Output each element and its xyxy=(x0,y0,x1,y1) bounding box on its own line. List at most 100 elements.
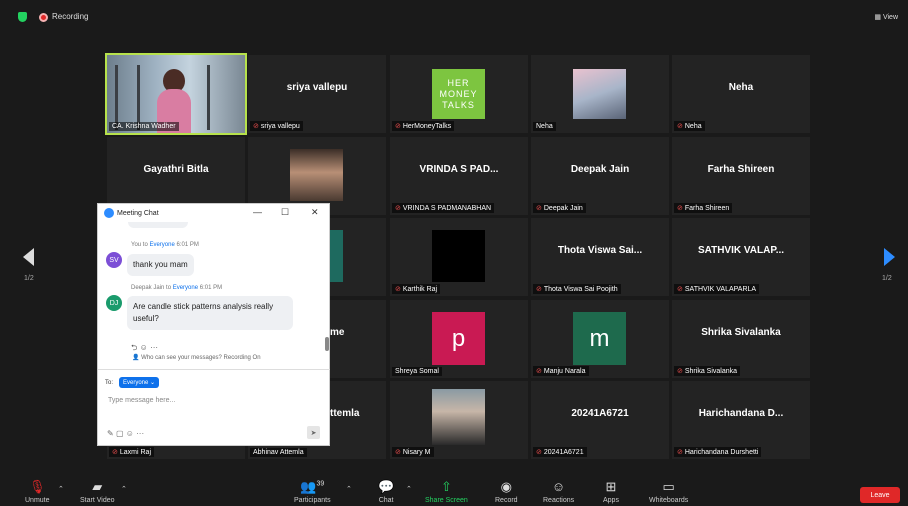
chat-scrollbar[interactable] xyxy=(325,337,329,351)
muted-mic-icon: ⊘ xyxy=(677,205,683,212)
page-indicator-right: 1/2 xyxy=(882,275,892,282)
video-tile[interactable]: Deepak Jain ⊘ Deepak Jain xyxy=(531,137,669,215)
video-tile[interactable]: p Shreya Somal xyxy=(390,300,528,378)
participant-name-label: Laxmi Raj xyxy=(119,449,151,456)
chat-icon: 💬 xyxy=(378,479,395,494)
share-screen-icon: ⇧ xyxy=(440,479,452,494)
who-can-see-link[interactable]: 👤 Who can see your messages? Recording O… xyxy=(132,354,261,361)
message-meta: You to Everyone 6:01 PM xyxy=(131,242,199,248)
leave-button[interactable]: Leave xyxy=(860,487,900,503)
page-indicator-left: 1/2 xyxy=(24,275,34,282)
start-video-button[interactable]: ▰ Start Video xyxy=(80,479,115,504)
recipient-dropdown[interactable]: Everyone ⌄ xyxy=(119,377,160,388)
video-tile[interactable]: sriya vallepu ⊘ sriya vallepu xyxy=(248,55,386,133)
participant-name-label: 20241A6721 xyxy=(543,449,584,456)
muted-mic-icon: ⊘ xyxy=(395,286,401,293)
format-icon[interactable]: ✎ xyxy=(107,429,114,438)
participant-name-label: Shrika Sivalanka xyxy=(684,368,738,375)
muted-mic-icon: ⊘ xyxy=(536,286,542,293)
video-tile[interactable]: Neha ⊘ Neha xyxy=(672,55,810,133)
participant-name-label: Abhinav Attemla xyxy=(250,448,307,457)
participant-name-label: VRINDA S PADMANABHAN xyxy=(402,205,492,212)
reply-icon[interactable]: ⮌ xyxy=(131,343,137,352)
video-tile[interactable]: VRINDA S PAD... ⊘ VRINDA S PADMANABHAN xyxy=(390,137,528,215)
video-tile[interactable]: 20241A6721 ⊘ 20241A6721 xyxy=(531,381,669,459)
participant-name-label: SATHVIK VALAPARLA xyxy=(684,286,757,293)
person-icon: 👤 xyxy=(132,355,140,361)
view-label: View xyxy=(882,14,898,21)
more-icon[interactable]: ··· xyxy=(136,429,144,438)
participant-name: VRINDA S PAD... xyxy=(419,163,499,175)
participant-name-label: Deepak Jain xyxy=(543,205,583,212)
participant-name-label: sriya vallepu xyxy=(260,123,300,130)
unmute-button[interactable]: 🎙 Unmute xyxy=(25,479,50,504)
previous-page-arrow-icon[interactable] xyxy=(23,248,34,266)
participant-name-label: Harichandana Durshetti xyxy=(684,449,759,456)
whiteboards-button[interactable]: ▭ Whiteboards xyxy=(649,479,688,504)
reactions-icon: ☺ xyxy=(551,479,566,494)
record-button[interactable]: ◉ Record xyxy=(495,479,518,504)
hermoneytalks-logo: HER MONEY TALKS xyxy=(432,69,485,119)
next-page-arrow-icon[interactable] xyxy=(884,248,895,266)
chat-options-chevron-icon[interactable]: ⌃ xyxy=(406,485,412,493)
participant-name: SATHVIK VALAP... xyxy=(697,244,785,256)
chat-button[interactable]: 💬 Chat xyxy=(378,479,394,504)
video-tile[interactable]: Neha xyxy=(531,55,669,133)
video-tile[interactable]: HER MONEY TALKS ⊘ HerMoneyTalks xyxy=(390,55,528,133)
video-tile[interactable]: Thota Viswa Sai... ⊘ Thota Viswa Sai Pooj… xyxy=(531,218,669,296)
muted-mic-icon: ⊘ xyxy=(677,368,683,375)
previous-message-fragment xyxy=(128,222,188,228)
chat-titlebar[interactable]: Meeting Chat — ☐ ✕ xyxy=(98,204,329,222)
video-tile[interactable]: m ⊘ Manju Narala xyxy=(531,300,669,378)
participant-name: Deepak Jain xyxy=(570,163,630,175)
participants-button[interactable]: 👥39 Participants xyxy=(294,479,331,504)
video-off-icon: ▰ xyxy=(92,479,103,494)
chat-message[interactable]: thank you mam xyxy=(127,254,194,276)
meeting-chat-window[interactable]: Meeting Chat — ☐ ✕ You to Everyone 6:01 … xyxy=(97,203,330,446)
emoji-icon[interactable]: ☺ xyxy=(126,429,134,438)
participant-name: Thota Viswa Sai... xyxy=(557,244,643,256)
muted-mic-icon: ⊘ xyxy=(395,205,401,212)
muted-mic-icon: ⊘ xyxy=(536,205,542,212)
profile-picture xyxy=(432,230,485,282)
participant-name-label: Thota Viswa Sai Poojith xyxy=(543,286,618,293)
video-tile[interactable]: Farha Shireen ⊘ Farha Shireen xyxy=(672,137,810,215)
close-icon[interactable]: ✕ xyxy=(311,207,319,218)
video-tile[interactable]: Harichandana D... ⊘ Harichandana Durshett… xyxy=(672,381,810,459)
apps-button[interactable]: ⊞ Apps xyxy=(603,479,619,504)
file-icon[interactable]: ▢ xyxy=(116,429,124,438)
participants-options-chevron-icon[interactable]: ⌃ xyxy=(346,485,352,493)
participant-name: Harichandana D... xyxy=(698,407,784,419)
participant-name-label: Farha Shireen xyxy=(684,205,730,212)
top-bar: Recording ▦ View xyxy=(0,0,908,30)
video-tile[interactable]: ⊘ Karthik Raj xyxy=(390,218,528,296)
avatar-initial: p xyxy=(432,312,485,365)
share-screen-button[interactable]: ⇧ Share Screen xyxy=(425,479,468,504)
view-button[interactable]: ▦ View xyxy=(874,13,898,21)
chat-message[interactable]: Are candle stick patterns analysis reall… xyxy=(127,296,293,330)
reactions-button[interactable]: ☺ Reactions xyxy=(543,479,574,504)
muted-mic-icon: 🎙 xyxy=(29,479,46,494)
muted-mic-icon: ⊘ xyxy=(536,449,542,456)
divider xyxy=(98,369,330,370)
video-tile[interactable]: ⊘ Nisary M xyxy=(390,381,528,459)
minimize-icon[interactable]: — xyxy=(253,207,262,217)
participant-name: Gayathri Bitla xyxy=(143,163,209,175)
emoji-reaction-icon[interactable]: ☺ xyxy=(140,343,148,352)
video-tile[interactable]: CA. Krishna Wadher xyxy=(105,53,247,135)
video-tile[interactable]: SATHVIK VALAP... ⊘ SATHVIK VALAPARLA xyxy=(672,218,810,296)
participant-name-label: HerMoneyTalks xyxy=(402,123,452,130)
whiteboard-icon: ▭ xyxy=(662,479,675,494)
video-options-chevron-icon[interactable]: ⌃ xyxy=(121,485,127,493)
message-input[interactable]: Type message here... xyxy=(108,397,175,404)
recording-icon xyxy=(39,13,48,22)
record-icon: ◉ xyxy=(500,479,512,494)
participant-name-label: Nisary M xyxy=(402,449,431,456)
shield-icon[interactable] xyxy=(18,12,27,22)
maximize-icon[interactable]: ☐ xyxy=(281,207,289,218)
send-icon[interactable]: ➤ xyxy=(307,426,320,439)
video-tile[interactable]: Shrika Sivalanka ⊘ Shrika Sivalanka xyxy=(672,300,810,378)
audio-options-chevron-icon[interactable]: ⌃ xyxy=(58,485,64,493)
more-icon[interactable]: ··· xyxy=(150,343,158,352)
participant-name-label: Neha xyxy=(533,122,556,131)
